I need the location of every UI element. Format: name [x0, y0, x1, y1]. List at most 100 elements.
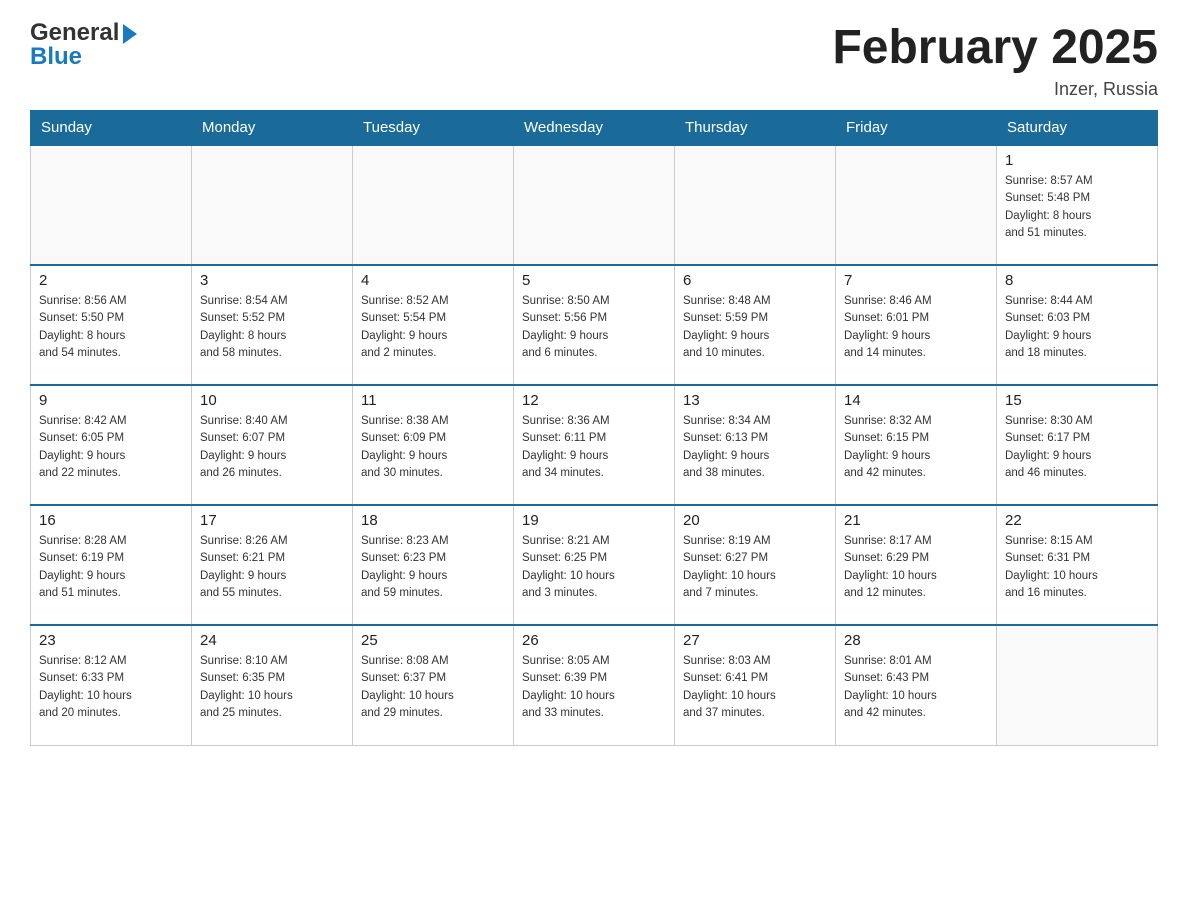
table-row: 24 Sunrise: 8:10 AMSunset: 6:35 PMDayligh…: [192, 625, 353, 745]
table-row: 11 Sunrise: 8:38 AMSunset: 6:09 PMDayligh…: [353, 385, 514, 505]
page-header: General Blue February 2025 Inzer, Russia: [30, 20, 1158, 100]
logo-arrow-icon: [123, 24, 137, 44]
table-row: 5 Sunrise: 8:50 AMSunset: 5:56 PMDaylight…: [514, 265, 675, 385]
table-row: 19 Sunrise: 8:21 AMSunset: 6:25 PMDayligh…: [514, 505, 675, 625]
col-friday: Friday: [836, 111, 997, 146]
day-info: Sunrise: 8:23 AMSunset: 6:23 PMDaylight:…: [361, 533, 505, 602]
day-number: 10: [200, 392, 344, 409]
day-info: Sunrise: 8:38 AMSunset: 6:09 PMDaylight:…: [361, 413, 505, 482]
table-row: 14 Sunrise: 8:32 AMSunset: 6:15 PMDayligh…: [836, 385, 997, 505]
day-number: 25: [361, 632, 505, 649]
day-number: 20: [683, 512, 827, 529]
table-row: 7Sunrise: 8:46 AMSunset: 6:01 PMDaylight…: [836, 265, 997, 385]
day-number: 6: [683, 272, 827, 289]
table-row: 1 Sunrise: 8:57 AMSunset: 5:48 PMDaylight…: [997, 145, 1158, 265]
day-number: 26: [522, 632, 666, 649]
calendar-week-row: 1 Sunrise: 8:57 AMSunset: 5:48 PMDaylight…: [31, 145, 1158, 265]
table-row: 15 Sunrise: 8:30 AMSunset: 6:17 PMDayligh…: [997, 385, 1158, 505]
day-number: 11: [361, 392, 505, 409]
table-row: 20 Sunrise: 8:19 AMSunset: 6:27 PMDayligh…: [675, 505, 836, 625]
day-info: Sunrise: 8:50 AMSunset: 5:56 PMDaylight:…: [522, 293, 666, 362]
day-info: Sunrise: 8:40 AMSunset: 6:07 PMDaylight:…: [200, 413, 344, 482]
day-info: Sunrise: 8:10 AMSunset: 6:35 PMDaylight:…: [200, 653, 344, 722]
table-row: 13 Sunrise: 8:34 AMSunset: 6:13 PMDayligh…: [675, 385, 836, 505]
col-wednesday: Wednesday: [514, 111, 675, 146]
day-info: Sunrise: 8:54 AMSunset: 5:52 PMDaylight:…: [200, 293, 344, 362]
day-info: Sunrise: 8:03 AMSunset: 6:41 PMDaylight:…: [683, 653, 827, 722]
day-info: Sunrise: 8:08 AMSunset: 6:37 PMDaylight:…: [361, 653, 505, 722]
table-row: [514, 145, 675, 265]
table-row: 17Sunrise: 8:26 AMSunset: 6:21 PMDayligh…: [192, 505, 353, 625]
day-number: 1: [1005, 152, 1149, 169]
day-info: Sunrise: 8:01 AMSunset: 6:43 PMDaylight:…: [844, 653, 988, 722]
day-info: Sunrise: 8:26 AMSunset: 6:21 PMDaylight:…: [200, 533, 344, 602]
table-row: 16Sunrise: 8:28 AMSunset: 6:19 PMDayligh…: [31, 505, 192, 625]
calendar-week-row: 2 Sunrise: 8:56 AMSunset: 5:50 PMDaylight…: [31, 265, 1158, 385]
day-number: 21: [844, 512, 988, 529]
col-tuesday: Tuesday: [353, 111, 514, 146]
day-number: 4: [361, 272, 505, 289]
day-number: 14: [844, 392, 988, 409]
day-number: 28: [844, 632, 988, 649]
day-info: Sunrise: 8:19 AMSunset: 6:27 PMDaylight:…: [683, 533, 827, 602]
calendar-table: Sunday Monday Tuesday Wednesday Thursday…: [30, 110, 1158, 746]
day-number: 12: [522, 392, 666, 409]
day-info: Sunrise: 8:44 AMSunset: 6:03 PMDaylight:…: [1005, 293, 1149, 362]
table-row: 8 Sunrise: 8:44 AMSunset: 6:03 PMDaylight…: [997, 265, 1158, 385]
table-row: [997, 625, 1158, 745]
col-saturday: Saturday: [997, 111, 1158, 146]
day-number: 7: [844, 272, 988, 289]
day-number: 2: [39, 272, 183, 289]
day-number: 9: [39, 392, 183, 409]
table-row: [353, 145, 514, 265]
col-thursday: Thursday: [675, 111, 836, 146]
day-info: Sunrise: 8:15 AMSunset: 6:31 PMDaylight:…: [1005, 533, 1149, 602]
day-info: Sunrise: 8:36 AMSunset: 6:11 PMDaylight:…: [522, 413, 666, 482]
table-row: [836, 145, 997, 265]
table-row: 18 Sunrise: 8:23 AMSunset: 6:23 PMDayligh…: [353, 505, 514, 625]
table-row: 28 Sunrise: 8:01 AMSunset: 6:43 PMDayligh…: [836, 625, 997, 745]
day-info: Sunrise: 8:21 AMSunset: 6:25 PMDaylight:…: [522, 533, 666, 602]
table-row: 4 Sunrise: 8:52 AMSunset: 5:54 PMDaylight…: [353, 265, 514, 385]
table-row: 22 Sunrise: 8:15 AMSunset: 6:31 PMDayligh…: [997, 505, 1158, 625]
day-number: 15: [1005, 392, 1149, 409]
table-row: 21 Sunrise: 8:17 AMSunset: 6:29 PMDayligh…: [836, 505, 997, 625]
day-info: Sunrise: 8:12 AMSunset: 6:33 PMDaylight:…: [39, 653, 183, 722]
table-row: 25 Sunrise: 8:08 AMSunset: 6:37 PMDayligh…: [353, 625, 514, 745]
day-info: Sunrise: 8:28 AMSunset: 6:19 PMDaylight:…: [39, 533, 183, 602]
day-number: 19: [522, 512, 666, 529]
table-row: 27 Sunrise: 8:03 AMSunset: 6:41 PMDayligh…: [675, 625, 836, 745]
day-number: 22: [1005, 512, 1149, 529]
logo-blue-text: Blue: [30, 44, 137, 70]
day-number: 5: [522, 272, 666, 289]
day-info: Sunrise: 8:32 AMSunset: 6:15 PMDaylight:…: [844, 413, 988, 482]
table-row: [192, 145, 353, 265]
day-number: 8: [1005, 272, 1149, 289]
day-number: 13: [683, 392, 827, 409]
day-info: Sunrise: 8:56 AMSunset: 5:50 PMDaylight:…: [39, 293, 183, 362]
day-number: 27: [683, 632, 827, 649]
day-info: Sunrise: 8:52 AMSunset: 5:54 PMDaylight:…: [361, 293, 505, 362]
table-row: 10 Sunrise: 8:40 AMSunset: 6:07 PMDayligh…: [192, 385, 353, 505]
day-info: Sunrise: 8:30 AMSunset: 6:17 PMDaylight:…: [1005, 413, 1149, 482]
table-row: 26Sunrise: 8:05 AMSunset: 6:39 PMDayligh…: [514, 625, 675, 745]
table-row: 9Sunrise: 8:42 AMSunset: 6:05 PMDaylight…: [31, 385, 192, 505]
table-row: 12 Sunrise: 8:36 AMSunset: 6:11 PMDayligh…: [514, 385, 675, 505]
page-title: February 2025: [832, 20, 1158, 75]
table-row: [31, 145, 192, 265]
calendar-week-row: 9Sunrise: 8:42 AMSunset: 6:05 PMDaylight…: [31, 385, 1158, 505]
day-number: 23: [39, 632, 183, 649]
logo: General Blue: [30, 20, 137, 71]
location-text: Inzer, Russia: [832, 79, 1158, 100]
table-row: [675, 145, 836, 265]
day-number: 18: [361, 512, 505, 529]
col-sunday: Sunday: [31, 111, 192, 146]
day-info: Sunrise: 8:17 AMSunset: 6:29 PMDaylight:…: [844, 533, 988, 602]
day-number: 24: [200, 632, 344, 649]
table-row: 23 Sunrise: 8:12 AMSunset: 6:33 PMDayligh…: [31, 625, 192, 745]
table-row: 6Sunrise: 8:48 AMSunset: 5:59 PMDaylight…: [675, 265, 836, 385]
col-monday: Monday: [192, 111, 353, 146]
title-block: February 2025 Inzer, Russia: [832, 20, 1158, 100]
day-info: Sunrise: 8:57 AMSunset: 5:48 PMDaylight:…: [1005, 173, 1149, 242]
day-info: Sunrise: 8:34 AMSunset: 6:13 PMDaylight:…: [683, 413, 827, 482]
